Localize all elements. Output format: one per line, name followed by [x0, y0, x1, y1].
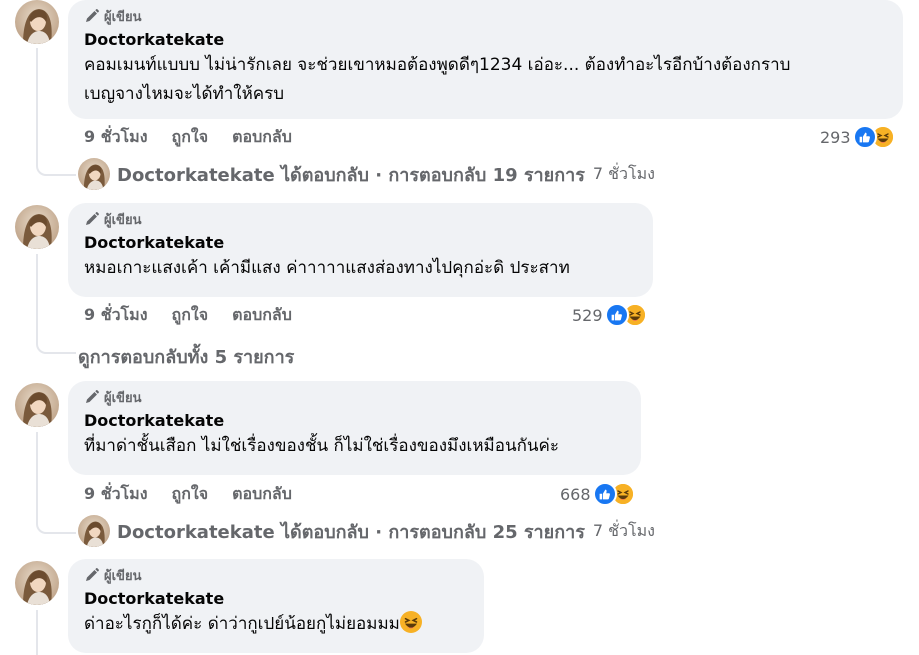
avatar[interactable] — [15, 205, 59, 249]
author-badge: ผู้เขียน — [84, 6, 887, 26]
reply-summary[interactable]: Doctorkatekate ได้ตอบกลับ · การตอบกลับ 2… — [117, 515, 655, 547]
author-badge: ผู้เขียน — [84, 387, 625, 407]
like-button[interactable]: ถูกใจ — [172, 303, 209, 328]
author-badge: ผู้เขียน — [84, 209, 637, 229]
like-button[interactable]: ถูกใจ — [172, 125, 209, 150]
comment-actions: 9 ชั่วโมง ถูกใจ ตอบกลับ — [84, 303, 316, 327]
reaction-summary[interactable]: 293 — [820, 124, 895, 150]
thread-line — [36, 48, 38, 160]
thread-elbow — [36, 508, 76, 534]
comment-text: คอมเมนท์แบบบ ไม่น่ารักเลย จะช่วยเขาหมอต้… — [84, 55, 791, 104]
comment-time[interactable]: 9 ชั่วโมง — [84, 303, 148, 328]
pencil-icon — [86, 212, 99, 225]
reply-button[interactable]: ตอบกลับ — [232, 303, 292, 328]
thumbs-up-icon — [604, 303, 629, 327]
thread-elbow — [36, 150, 76, 176]
comment-actions: 9 ชั่วโมง ถูกใจ ตอบกลับ — [84, 125, 316, 149]
reply-summary-time: 7 ชั่วโมง — [592, 163, 655, 183]
comment-author[interactable]: Doctorkatekate — [84, 29, 887, 51]
comment-time[interactable]: 9 ชั่วโมง — [84, 125, 148, 150]
reaction-summary[interactable]: 529 — [572, 302, 647, 328]
author-badge: ผู้เขียน — [84, 565, 468, 585]
reaction-count: 668 — [560, 484, 591, 504]
comment-text: ด่าอะไรกูก็ได้ค่ะ ด่าว่ากูเปย์น้อยกูไม่ย… — [84, 610, 468, 639]
reply-summary[interactable]: Doctorkatekate ได้ตอบกลับ · การตอบกลับ 1… — [117, 158, 655, 190]
view-replies-link[interactable]: ดูการตอบกลับทั้ง 5 รายการ — [78, 342, 294, 371]
reaction-count: 293 — [820, 127, 851, 147]
thumbs-up-icon — [852, 125, 877, 149]
avatar[interactable] — [15, 561, 59, 605]
comment-actions: 9 ชั่วโมง ถูกใจ ตอบกลับ — [84, 482, 316, 506]
comment-author[interactable]: Doctorkatekate — [84, 410, 625, 432]
reaction-count: 529 — [572, 305, 603, 325]
comment-text-body: ด่าอะไรกูก็ได้ค่ะ ด่าว่ากูเปย์น้อยกูไม่ย… — [84, 614, 400, 634]
thread-line — [36, 432, 38, 518]
avatar[interactable] — [78, 158, 110, 190]
thread-line — [36, 254, 38, 338]
avatar[interactable] — [78, 515, 110, 547]
reply-summary-time: 7 ชั่วโมง — [592, 520, 655, 540]
pencil-icon — [86, 568, 99, 581]
thread-elbow — [36, 330, 76, 354]
thumbs-up-icon — [592, 482, 617, 506]
comment-text: ที่มาด่าชั้นเสือก ไม่ใช่เรื่องของชั้น ก็… — [84, 436, 559, 456]
comment-bubble: ผู้เขียน Doctorkatekate คอมเมนท์แบบบ ไม่… — [68, 0, 903, 119]
comment-bubble: ผู้เขียน Doctorkatekate ด่าอะไรกูก็ได้ค่… — [68, 559, 484, 653]
reaction-summary[interactable]: 668 — [560, 481, 635, 507]
avatar[interactable] — [15, 0, 59, 44]
thread-line — [36, 610, 38, 655]
avatar[interactable] — [15, 383, 59, 427]
comment-author[interactable]: Doctorkatekate — [84, 588, 468, 610]
reply-summary-text: Doctorkatekate ได้ตอบกลับ · การตอบกลับ 2… — [117, 521, 585, 543]
laughing-emoji-icon — [400, 611, 422, 633]
pencil-icon — [86, 390, 99, 403]
reply-button[interactable]: ตอบกลับ — [232, 125, 292, 150]
author-badge-label: ผู้เขียน — [104, 390, 142, 406]
author-badge-label: ผู้เขียน — [104, 568, 142, 584]
comment-bubble: ผู้เขียน Doctorkatekate ที่มาด่าชั้นเสือ… — [68, 381, 641, 475]
comment-text: หมอเกาะแสงเค้า เค้ามีแสง ค่าาาาาแสงส่องท… — [84, 258, 570, 278]
author-badge-label: ผู้เขียน — [104, 9, 142, 25]
reply-button[interactable]: ตอบกลับ — [232, 482, 292, 507]
author-badge-label: ผู้เขียน — [104, 212, 142, 228]
comment-time[interactable]: 9 ชั่วโมง — [84, 482, 148, 507]
pencil-icon — [86, 9, 99, 22]
reply-summary-text: Doctorkatekate ได้ตอบกลับ · การตอบกลับ 1… — [117, 164, 585, 186]
like-button[interactable]: ถูกใจ — [172, 482, 209, 507]
comment-bubble: ผู้เขียน Doctorkatekate หมอเกาะแสงเค้า เ… — [68, 203, 653, 297]
comment-author[interactable]: Doctorkatekate — [84, 232, 637, 254]
